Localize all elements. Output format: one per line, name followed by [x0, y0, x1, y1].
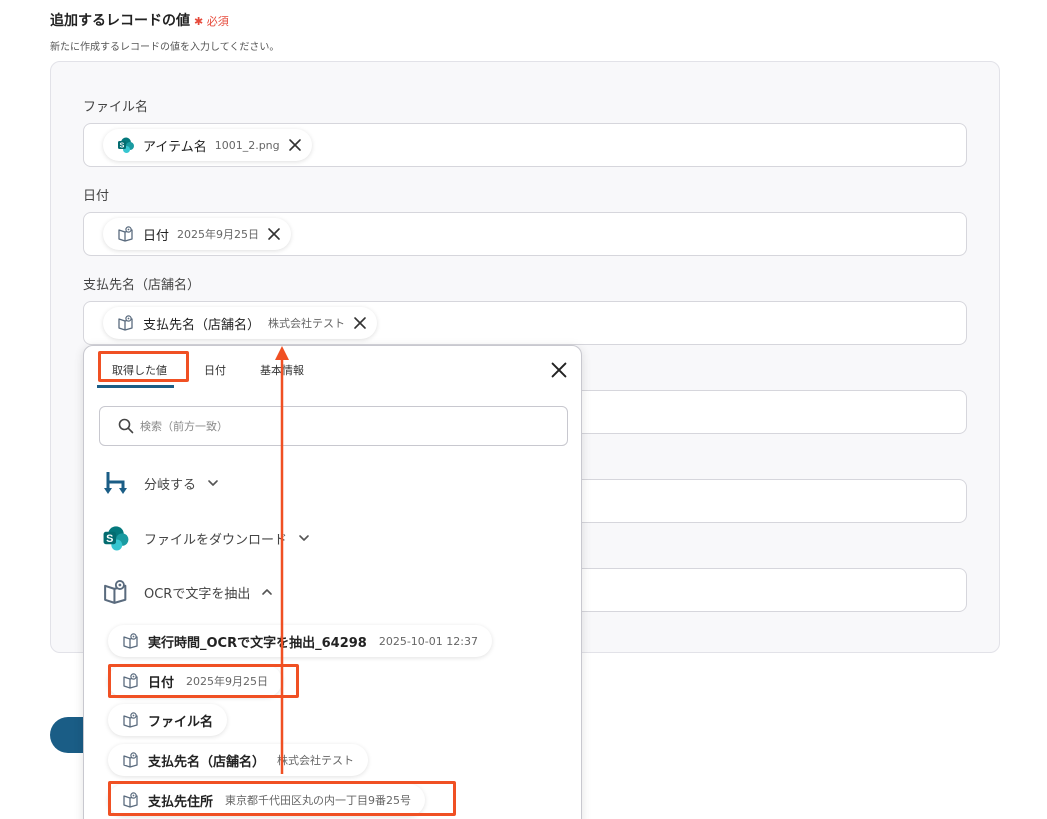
search-placeholder: 検索（前方一致） [140, 420, 228, 433]
required-badge: ✱ 必須 [194, 15, 229, 28]
filename-value-chip[interactable]: アイテム名 1001_2.png [103, 129, 312, 161]
ocr-book-icon [102, 578, 130, 606]
group-label: OCRで文字を抽出 [144, 586, 251, 602]
ocr-book-icon [122, 711, 140, 729]
close-icon[interactable] [267, 227, 281, 241]
field-label-date: 日付 [83, 189, 110, 204]
close-icon[interactable] [288, 138, 302, 152]
chip-value: 株式会社テスト [268, 317, 346, 330]
payee-value-chip[interactable]: 支払先名（店舗名） 株式会社テスト [103, 307, 378, 339]
group-ocr[interactable]: OCRで文字を抽出 [102, 577, 274, 607]
tab-date[interactable]: 日付 [204, 362, 226, 378]
option-name: ファイル名 [148, 714, 214, 730]
option-name: 支払先名（店舗名） [148, 754, 266, 770]
group-label: 分岐する [144, 477, 197, 493]
active-tab-indicator [97, 385, 174, 388]
group-label: ファイルをダウンロード [144, 532, 288, 548]
ocr-book-icon [122, 672, 140, 690]
section-title: 追加するレコードの値 ✱ 必須 [50, 10, 229, 30]
ocr-book-icon [122, 751, 140, 769]
close-icon[interactable] [353, 316, 367, 330]
ocr-book-icon [117, 314, 135, 332]
option-name: 実行時間_OCRで文字を抽出_64298 [148, 635, 367, 651]
search-input[interactable]: 検索（前方一致） [99, 406, 568, 446]
tab-acquired-values[interactable]: 取得した値 [112, 362, 167, 378]
chevron-down-icon[interactable] [297, 531, 311, 545]
search-icon [118, 418, 134, 434]
option-name: 支払先住所 [148, 794, 214, 810]
option-value: 2025年9月25日 [186, 675, 269, 688]
sharepoint-icon [102, 524, 130, 552]
group-download-file[interactable]: ファイルをダウンロード [102, 523, 311, 553]
option-value: 株式会社テスト [277, 754, 355, 767]
close-icon[interactable] [550, 361, 568, 379]
option-date[interactable]: 日付 2025年9月25日 [108, 665, 283, 697]
option-value: 2025-10-01 12:37 [378, 634, 478, 648]
ocr-book-icon [122, 791, 140, 809]
chip-name: アイテム名 [143, 139, 207, 155]
section-title-text: 追加するレコードの値 [50, 13, 190, 29]
option-payee-address[interactable]: 支払先住所 東京都千代田区丸の内一丁目9番25号 [108, 784, 426, 816]
option-execution-time[interactable]: 実行時間_OCRで文字を抽出_64298 2025-10-01 12:37 [108, 625, 492, 657]
chevron-down-icon[interactable] [206, 476, 220, 490]
chevron-up-icon[interactable] [260, 585, 274, 599]
option-name: 日付 [148, 675, 175, 691]
value-picker-popup: 取得した値 日付 基本情報 検索（前方一致） 分岐する ファイルをダウンロード … [83, 345, 582, 819]
option-value: 東京都千代田区丸の内一丁目9番25号 [225, 794, 412, 807]
ocr-book-icon [122, 632, 140, 650]
branch-icon [102, 469, 130, 497]
date-value-chip[interactable]: 日付 2025年9月25日 [103, 218, 292, 250]
field-label-payee: 支払先名（店舗名） [83, 278, 201, 293]
option-filename[interactable]: ファイル名 [108, 704, 228, 736]
tab-basic-info[interactable]: 基本情報 [260, 362, 304, 378]
chip-name: 日付 [143, 228, 170, 244]
ocr-book-icon [117, 225, 135, 243]
section-description: 新たに作成するレコードの値を入力してください。 [50, 42, 280, 53]
chip-name: 支払先名（店舗名） [143, 317, 261, 333]
field-label-filename: ファイル名 [83, 100, 149, 115]
option-payee-name[interactable]: 支払先名（店舗名） 株式会社テスト [108, 744, 369, 776]
chip-value: 1001_2.png [214, 138, 280, 152]
chip-value: 2025年9月25日 [177, 228, 260, 241]
sharepoint-icon [117, 136, 135, 154]
group-branch[interactable]: 分岐する [102, 468, 220, 498]
